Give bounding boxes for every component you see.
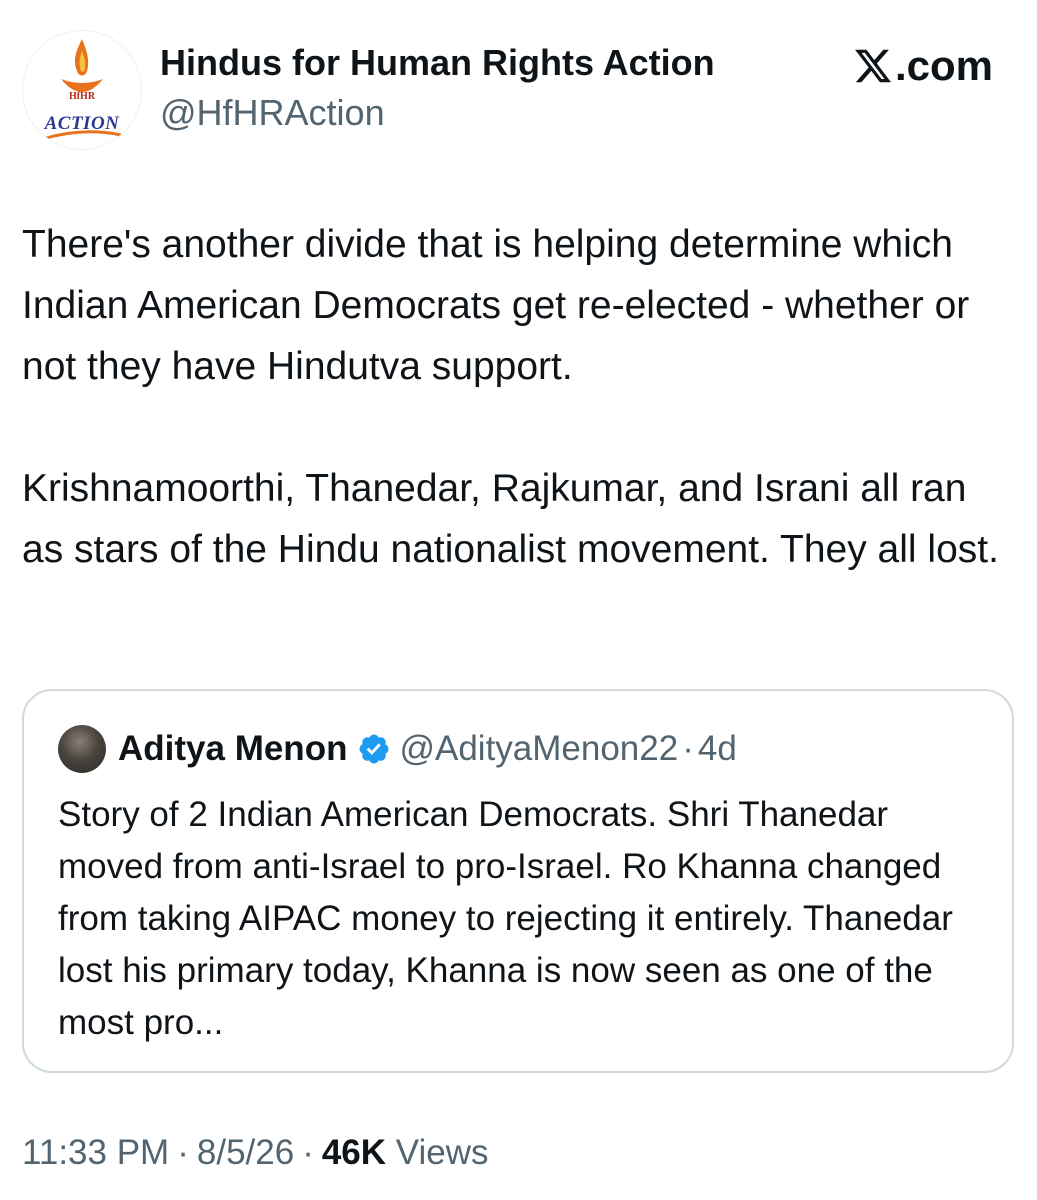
tweet-paragraph: There's another divide that is helping d…	[22, 223, 970, 388]
x-logo-icon	[855, 49, 892, 83]
views-label: Views	[395, 1133, 489, 1172]
views-count: 46K	[321, 1133, 387, 1172]
avatar-logo-text: ACTION	[44, 113, 120, 134]
tweet-meta: 11:33 PM · 8/5/26 · 46K Views	[22, 1133, 489, 1173]
avatar-logo-small-text: HfHR	[68, 91, 96, 102]
quoted-author-avatar[interactable]	[58, 725, 106, 773]
quoted-tweet-text: Story of 2 Indian American Democrats. Sh…	[58, 795, 953, 1042]
x-com-brand: .com	[853, 42, 993, 90]
tweet-time[interactable]: 11:33 PM	[22, 1133, 169, 1172]
author-avatar[interactable]: HfHR ACTION	[22, 30, 142, 150]
author-display-name[interactable]: Hindus for Human Rights Action	[160, 42, 715, 84]
tweet-body: There's another divide that is helping d…	[22, 214, 1012, 580]
author-handle[interactable]: @HfHRAction	[160, 92, 385, 134]
verified-badge-icon	[359, 734, 389, 764]
quoted-tweet-time[interactable]: 4d	[698, 729, 737, 769]
quoted-tweet-header: Aditya Menon @AdityaMenon22 · 4d	[58, 721, 737, 777]
brand-domain-label: .com	[894, 42, 993, 89]
tweet-date[interactable]: 8/5/26	[197, 1133, 294, 1172]
quoted-separator-dot: ·	[682, 729, 694, 768]
meta-separator-dot: ·	[302, 1133, 314, 1172]
quoted-tweet-card[interactable]: Aditya Menon @AdityaMenon22 · 4d Story o…	[22, 689, 1014, 1073]
quoted-author-handle[interactable]: @AdityaMenon22	[399, 729, 678, 769]
quoted-author-name[interactable]: Aditya Menon	[118, 729, 347, 769]
tweet-header: HfHR ACTION Hindus for Human Rights Acti…	[0, 0, 1037, 180]
tweet-paragraph: Krishnamoorthi, Thanedar, Rajkumar, and …	[22, 467, 999, 571]
meta-separator-dot: ·	[177, 1133, 189, 1172]
